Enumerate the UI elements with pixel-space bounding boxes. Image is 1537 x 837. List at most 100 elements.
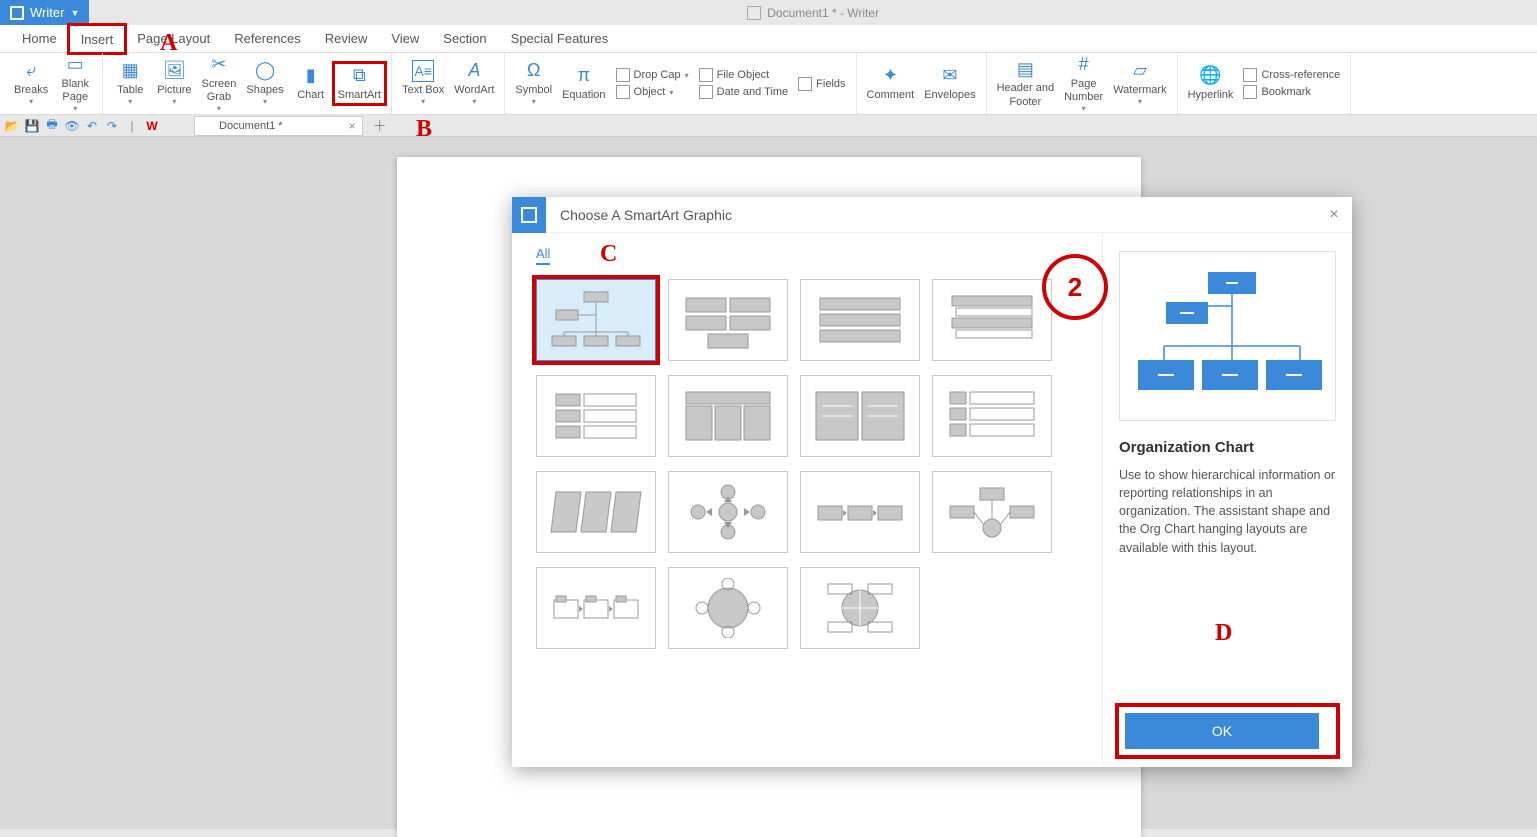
fields-button[interactable]: Fields bbox=[794, 76, 849, 92]
smartart-tile[interactable] bbox=[668, 567, 788, 649]
header-footer-button[interactable]: ▤ Header and Footer bbox=[993, 56, 1059, 110]
smartart-preview bbox=[1119, 251, 1336, 421]
window-title-text: Document1 * - Writer bbox=[767, 6, 879, 20]
ribbon: ⤶ Breaks▾ ▭ Blank Page▾ ▦ Table▾ 🖼 Pictu… bbox=[0, 53, 1537, 115]
breaks-button[interactable]: ⤶ Breaks▾ bbox=[10, 58, 52, 109]
comment-button[interactable]: ✦ Comment bbox=[863, 63, 919, 104]
hyperlink-button[interactable]: 🌐 Hyperlink bbox=[1184, 63, 1238, 104]
smartart-tile[interactable] bbox=[932, 279, 1052, 361]
tab-page-layout[interactable]: Page Layout bbox=[125, 25, 222, 53]
drop-cap-button[interactable]: Drop Cap▾ bbox=[612, 67, 693, 83]
comment-icon: ✦ bbox=[879, 65, 901, 87]
smartart-tile[interactable] bbox=[668, 279, 788, 361]
smartart-description: Use to show hierarchical information or … bbox=[1119, 466, 1336, 557]
smartart-tile[interactable] bbox=[800, 471, 920, 553]
app-name: Writer bbox=[30, 5, 64, 20]
file-object-button[interactable]: File Object bbox=[695, 67, 793, 83]
tab-references[interactable]: References bbox=[222, 25, 312, 53]
date-time-icon bbox=[699, 85, 713, 99]
menu-bar: Home Insert Page Layout References Revie… bbox=[0, 25, 1537, 53]
bookmark-icon bbox=[1243, 85, 1257, 99]
smartart-tile[interactable] bbox=[800, 279, 920, 361]
object-button[interactable]: Object▾ bbox=[612, 84, 693, 100]
app-menu-button[interactable]: Writer ▼ bbox=[0, 0, 89, 25]
date-time-button[interactable]: Date and Time bbox=[695, 84, 793, 100]
tab-special-features[interactable]: Special Features bbox=[499, 25, 621, 53]
caret-down-icon: ▼ bbox=[70, 8, 79, 18]
new-tab-button[interactable]: ＋ bbox=[373, 116, 387, 136]
smartart-tile[interactable] bbox=[668, 375, 788, 457]
screen-grab-button[interactable]: ✂ Screen Grab▾ bbox=[198, 52, 241, 116]
writer-logo-icon bbox=[10, 6, 24, 20]
dialog-title: Choose A SmartArt Graphic bbox=[546, 207, 1316, 223]
dialog-logo-icon bbox=[512, 197, 546, 233]
text-box-icon: A≡ bbox=[412, 60, 434, 82]
document-tab[interactable]: Document1 * × bbox=[194, 116, 363, 136]
envelopes-icon: ✉ bbox=[939, 65, 961, 87]
smartart-tile[interactable] bbox=[668, 471, 788, 553]
caret-down-icon: ▾ bbox=[29, 97, 33, 107]
redo-icon[interactable]: ↷ bbox=[104, 118, 120, 134]
ok-button[interactable]: OK bbox=[1125, 713, 1319, 749]
cross-reference-button[interactable]: Cross-reference bbox=[1239, 67, 1344, 83]
file-object-icon bbox=[699, 68, 713, 82]
shapes-icon: ◯ bbox=[254, 60, 276, 82]
wps-logo-icon[interactable]: W bbox=[144, 118, 160, 134]
smartart-tile[interactable] bbox=[800, 375, 920, 457]
smartart-tile[interactable] bbox=[536, 471, 656, 553]
header-footer-icon: ▤ bbox=[1014, 58, 1036, 80]
tab-view[interactable]: View bbox=[379, 25, 431, 53]
chart-button[interactable]: ▮ Chart bbox=[290, 63, 332, 104]
page-number-button[interactable]: # Page Number▾ bbox=[1060, 52, 1107, 116]
object-icon bbox=[616, 85, 630, 99]
print-icon[interactable]: 🖶 bbox=[44, 118, 60, 134]
quick-access-bar: 📂 💾 🖶 👁 ↶ ↷ | W Document1 * × ＋ bbox=[0, 115, 1537, 137]
smartart-tile[interactable] bbox=[536, 375, 656, 457]
smartart-tile[interactable] bbox=[932, 375, 1052, 457]
equation-button[interactable]: π Equation bbox=[558, 63, 609, 104]
symbol-button[interactable]: Ω Symbol▾ bbox=[511, 58, 556, 109]
screen-grab-icon: ✂ bbox=[208, 54, 230, 76]
bookmark-button[interactable]: Bookmark bbox=[1239, 84, 1344, 100]
smartart-dialog: Choose A SmartArt Graphic × All bbox=[512, 197, 1352, 767]
save-icon[interactable]: 💾 bbox=[24, 118, 40, 134]
text-box-button[interactable]: A≡ Text Box▾ bbox=[398, 58, 448, 109]
category-all[interactable]: All bbox=[536, 246, 550, 265]
undo-icon[interactable]: ↶ bbox=[84, 118, 100, 134]
smartart-button[interactable]: ⧉ SmartArt bbox=[334, 63, 385, 104]
tab-insert[interactable]: Insert bbox=[69, 25, 126, 53]
chart-icon: ▮ bbox=[300, 65, 322, 87]
hyperlink-icon: 🌐 bbox=[1200, 65, 1222, 87]
smartart-selected-title: Organization Chart bbox=[1119, 439, 1336, 456]
drop-cap-icon bbox=[616, 68, 630, 82]
open-icon[interactable]: 📂 bbox=[4, 118, 20, 134]
smartart-grid bbox=[536, 279, 1078, 649]
shapes-button[interactable]: ◯ Shapes▾ bbox=[242, 58, 287, 109]
table-icon: ▦ bbox=[119, 60, 141, 82]
blank-page-button[interactable]: ▭ Blank Page▾ bbox=[54, 52, 96, 116]
document-tab-label: Document1 * bbox=[219, 120, 283, 132]
dialog-close-button[interactable]: × bbox=[1316, 206, 1352, 224]
smartart-tile[interactable] bbox=[800, 567, 920, 649]
picture-button[interactable]: 🖼 Picture▾ bbox=[153, 58, 195, 109]
tab-home[interactable]: Home bbox=[10, 25, 69, 53]
smartart-tile[interactable] bbox=[932, 471, 1052, 553]
doc-icon bbox=[201, 120, 213, 132]
picture-icon: 🖼 bbox=[163, 60, 185, 82]
smartart-icon: ⧉ bbox=[348, 65, 370, 87]
blank-page-icon: ▭ bbox=[64, 54, 86, 76]
document-icon bbox=[747, 6, 761, 20]
smartart-tile[interactable] bbox=[536, 567, 656, 649]
wordart-icon: A bbox=[463, 60, 485, 82]
tab-review[interactable]: Review bbox=[313, 25, 380, 53]
print-preview-icon[interactable]: 👁 bbox=[64, 118, 80, 134]
wordart-button[interactable]: A WordArt▾ bbox=[450, 58, 498, 109]
breaks-icon: ⤶ bbox=[20, 60, 42, 82]
close-tab-icon[interactable]: × bbox=[349, 119, 356, 133]
smartart-tile-org-chart[interactable] bbox=[536, 279, 656, 361]
envelopes-button[interactable]: ✉ Envelopes bbox=[920, 63, 979, 104]
table-button[interactable]: ▦ Table▾ bbox=[109, 58, 151, 109]
watermark-button[interactable]: ▱ Watermark▾ bbox=[1109, 58, 1170, 109]
watermark-icon: ▱ bbox=[1129, 60, 1151, 82]
tab-section[interactable]: Section bbox=[431, 25, 498, 53]
